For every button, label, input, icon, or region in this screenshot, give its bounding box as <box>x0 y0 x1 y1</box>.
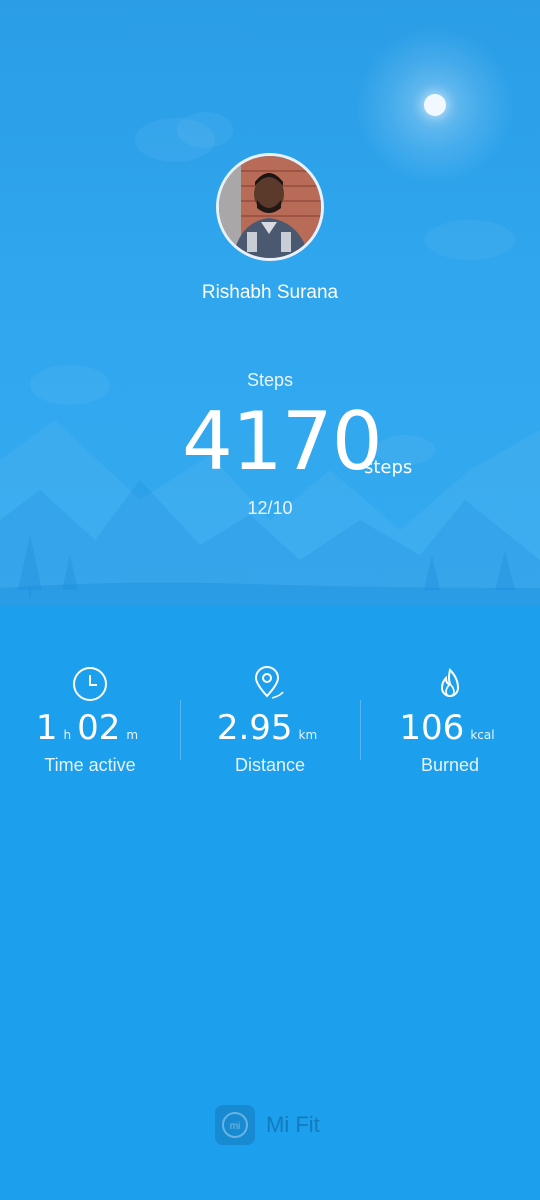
mi-logo-icon: mi <box>215 1105 255 1145</box>
time-active-value: 1 h 02 m <box>0 708 180 748</box>
stats-row: 1 h 02 m Time active 2.95 km Distance 106 kca… <box>0 660 540 790</box>
stat-burned[interactable]: 106 kcal Burned <box>360 660 540 790</box>
minutes-value: 02 <box>77 708 121 748</box>
distance-value: 2.95 <box>216 708 293 748</box>
hours-unit: h <box>63 728 72 742</box>
flame-icon <box>440 668 460 697</box>
avatar[interactable] <box>216 153 324 261</box>
steps-date: 12/10 <box>247 498 293 518</box>
distance-label: Distance <box>234 755 306 775</box>
burned-value-row: 106 kcal <box>360 708 540 748</box>
burned-label: Burned <box>420 755 480 775</box>
hero-banner: Rishabh Surana Steps 4170 steps 12/10 <box>0 0 540 605</box>
time-active-label: Time active <box>44 755 136 775</box>
stat-time-active[interactable]: 1 h 02 m Time active <box>0 660 180 790</box>
distance-value-row: 2.95 km <box>180 708 360 748</box>
user-name: Rishabh Surana <box>201 282 339 303</box>
steps-label: Steps <box>246 370 294 390</box>
brand-name: Mi Fit <box>266 1112 320 1137</box>
steps-display[interactable]: 4170 steps <box>0 395 540 495</box>
stat-distance[interactable]: 2.95 km Distance <box>180 660 360 790</box>
app-footer: mi Mi Fit <box>215 1105 355 1147</box>
steps-value: 4170 <box>182 395 383 488</box>
clock-icon <box>73 667 107 701</box>
burned-value: 106 <box>399 708 465 748</box>
minutes-unit: m <box>126 728 139 742</box>
svg-text:mi: mi <box>230 1121 241 1132</box>
location-pin-icon <box>254 666 284 699</box>
profile-photo <box>219 156 321 258</box>
distance-unit: km <box>298 728 318 742</box>
burned-unit: kcal <box>470 728 495 742</box>
hours-value: 1 <box>35 708 58 748</box>
steps-unit: steps <box>364 457 413 478</box>
